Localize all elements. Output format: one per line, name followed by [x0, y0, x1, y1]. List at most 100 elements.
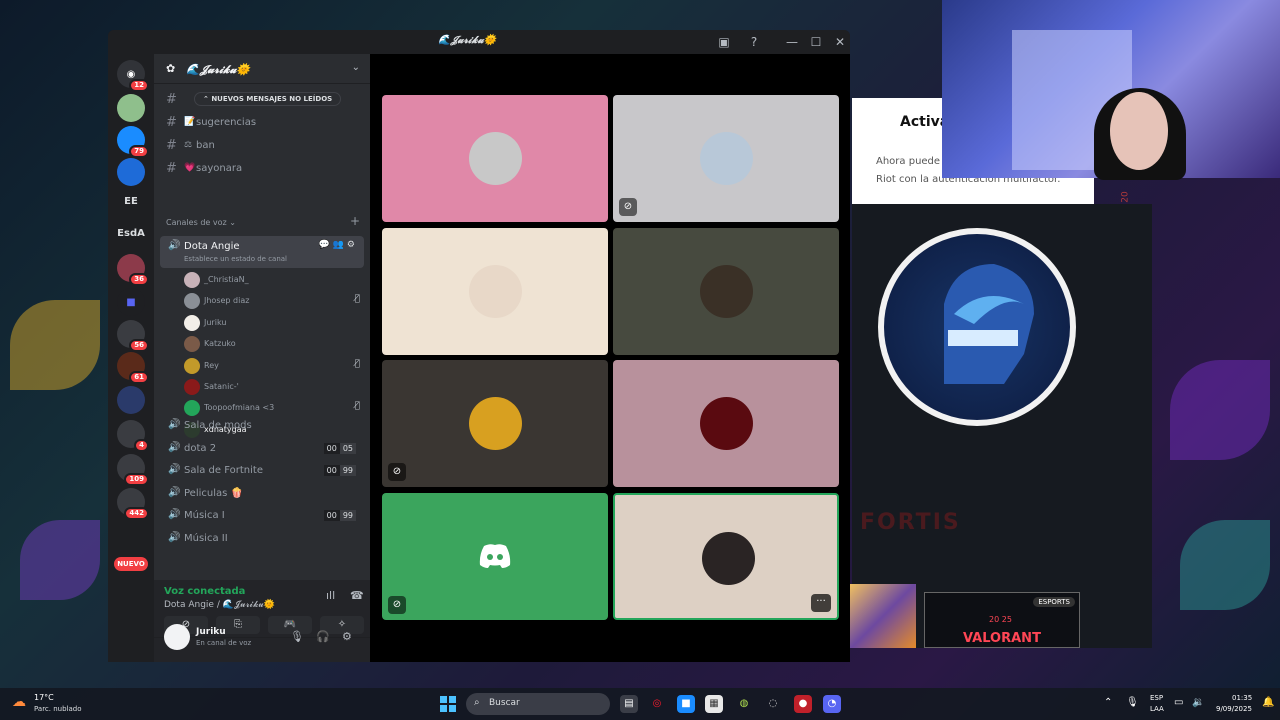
voice-member[interactable]: Satanic-' [184, 377, 364, 397]
server-icon[interactable]: 79 [117, 126, 149, 158]
server-folder[interactable]: 61 [117, 352, 149, 384]
background-leaf [10, 300, 100, 390]
server-folder[interactable]: 56 [117, 320, 149, 352]
headphones-icon[interactable]: 🎧 [316, 630, 330, 643]
server-header[interactable]: ✿ 🌊𝓙𝓾𝓻𝓲𝓴𝓾🌞 ⌄ [154, 54, 370, 84]
badge: 36 [129, 273, 149, 286]
muted-mic-icon: ⊘ [619, 198, 637, 216]
voice-member[interactable]: _ChristiaN_ [184, 270, 364, 290]
new-servers-pill[interactable]: NUEVO [114, 557, 148, 571]
server-folder[interactable] [117, 386, 145, 414]
video-grid: ⊘ ⊘ ⊘ ··· [370, 54, 850, 662]
language-code[interactable]: ESP [1150, 694, 1163, 702]
voice-status[interactable]: Voz conectada [164, 586, 245, 597]
app-icon[interactable]: ● [794, 695, 812, 713]
window-title: 🌊𝓙𝓾𝓻𝓲𝓴𝓾🌞 [438, 35, 497, 46]
clock-date[interactable]: 9/09/2025 [1216, 705, 1252, 713]
video-tile[interactable] [613, 360, 839, 487]
video-tile[interactable] [613, 227, 839, 355]
direct-messages-icon[interactable]: ◉ 12 [117, 60, 149, 92]
app-icon[interactable]: ◌ [764, 695, 782, 713]
channel-status[interactable]: Establece un estado de canal [184, 255, 287, 263]
taskbar-search[interactable]: ⌕ Buscar [466, 693, 610, 715]
maximize-icon[interactable]: ☐ [808, 34, 824, 50]
server-text-icon[interactable]: EsdA [108, 228, 154, 239]
volume-icon[interactable]: 🔉 [1192, 697, 1204, 708]
server-text-icon[interactable]: EE [108, 196, 154, 207]
video-tile[interactable] [382, 95, 608, 222]
avatar [184, 400, 200, 417]
badge: 61 [129, 371, 149, 384]
voice-member[interactable]: Katzuko [184, 334, 364, 354]
badge: 442 [124, 507, 149, 520]
inbox-icon[interactable]: ▣ [716, 34, 732, 50]
disconnect-icon[interactable]: ☎ [350, 589, 364, 602]
clock-time[interactable]: 01:35 [1232, 694, 1252, 702]
voice-channel[interactable]: 🔊 Sala de Fortnite 00 99 [160, 460, 364, 482]
file-explorer-icon[interactable]: ▤ [620, 695, 638, 713]
app-icon[interactable]: ◍ [735, 695, 753, 713]
badge: 12 [129, 79, 149, 92]
more-options-icon[interactable]: ··· [811, 593, 831, 612]
add-channel-icon[interactable]: + [350, 214, 360, 228]
app-icon[interactable]: ▦ [705, 695, 723, 713]
video-tile[interactable]: ··· [613, 492, 839, 620]
server-icon[interactable] [117, 158, 145, 186]
signal-icon[interactable]: ıll [326, 589, 335, 602]
server-folder[interactable]: 109 [117, 454, 149, 486]
chevron-up-icon[interactable]: ⌃ [1104, 697, 1112, 708]
voice-channel[interactable]: 🔊 Sala de mods [160, 415, 364, 437]
minimize-icon[interactable]: — [784, 34, 800, 50]
speaker-icon: 🔊 [168, 240, 181, 251]
server-folder[interactable]: 442 [117, 488, 149, 520]
notifications-icon[interactable]: 🔔 [1262, 697, 1274, 708]
avatar[interactable] [164, 624, 190, 650]
microphone-icon[interactable]: 🎙 [290, 630, 304, 643]
text-channel[interactable]: # 📝 sugerencias [160, 113, 364, 133]
channel-actions-icons[interactable]: 💬👥⚙ [319, 240, 358, 250]
channel-name: Música I [184, 510, 225, 522]
channel-name: Sala de mods [184, 420, 252, 431]
voice-channel[interactable]: 🔊 dota 2 00 05 [160, 438, 364, 460]
start-button-icon[interactable] [440, 696, 456, 712]
settings-gear-icon[interactable]: ⚙ [342, 630, 352, 643]
text-channel[interactable]: # 💗 sayonara [160, 159, 364, 179]
close-icon[interactable]: ✕ [832, 34, 848, 50]
chevron-down-icon[interactable]: ⌄ [352, 62, 360, 73]
help-icon[interactable]: ? [746, 34, 762, 50]
voice-channel[interactable]: 🔊 Música II [160, 528, 364, 550]
discord-icon[interactable]: ◔ [823, 695, 841, 713]
video-tile[interactable] [382, 227, 608, 355]
weather-icon[interactable]: ☁ [12, 694, 26, 710]
weather-desc[interactable]: Parc. nublado [34, 705, 82, 713]
video-tile[interactable]: ⊘ [382, 360, 608, 487]
opera-icon[interactable]: ◎ [648, 695, 666, 713]
video-tile[interactable]: ⊘ [382, 492, 608, 620]
keyboard-layout[interactable]: LAA [1150, 705, 1164, 713]
voice-channel-active[interactable]: 🔊 Dota Angie Establece un estado de cana… [160, 236, 364, 268]
folder-icon[interactable]: ■ [117, 288, 145, 316]
valorant-year: 20 25 [989, 615, 1012, 624]
unread-messages-pill[interactable]: ⌃ NUEVOS MENSAJES NO LEÍDOS [194, 92, 342, 106]
speaker-icon: 🔊 [168, 441, 181, 453]
voice-member[interactable]: Juriku [184, 313, 364, 333]
network-icon[interactable]: ▭ [1174, 697, 1183, 708]
voice-location[interactable]: Dota Angie / 🌊𝓙𝓾𝓻𝓲𝓴𝓾🌞 [164, 600, 275, 610]
voice-channel[interactable]: 🔊 Peliculas 🍿 [160, 483, 364, 505]
microphone-icon[interactable]: 🎙 [1126, 697, 1139, 708]
voice-member[interactable]: Rey 🎙̸ [184, 356, 364, 376]
channel-name: sugerencias [196, 117, 257, 128]
server-icon[interactable] [117, 94, 145, 122]
video-tile[interactable]: ⊘ [613, 95, 839, 222]
badge: 79 [129, 145, 149, 158]
channel-name: Sala de Fortnite [184, 465, 263, 477]
voice-channel[interactable]: 🔊 Música I 00 99 [160, 505, 364, 527]
server-folder[interactable]: 4 [117, 420, 149, 452]
text-channel[interactable]: # ⚖ ban [160, 136, 364, 156]
weather-temp[interactable]: 17°C [34, 693, 54, 702]
category-label: Canales de voz [166, 218, 227, 227]
server-icon[interactable]: 36 [117, 254, 149, 286]
store-icon[interactable]: ■ [677, 695, 695, 713]
voice-member[interactable]: Jhosep diaz 🎙̸ [184, 291, 364, 311]
voice-category[interactable]: Canales de voz ⌄ [166, 218, 236, 227]
